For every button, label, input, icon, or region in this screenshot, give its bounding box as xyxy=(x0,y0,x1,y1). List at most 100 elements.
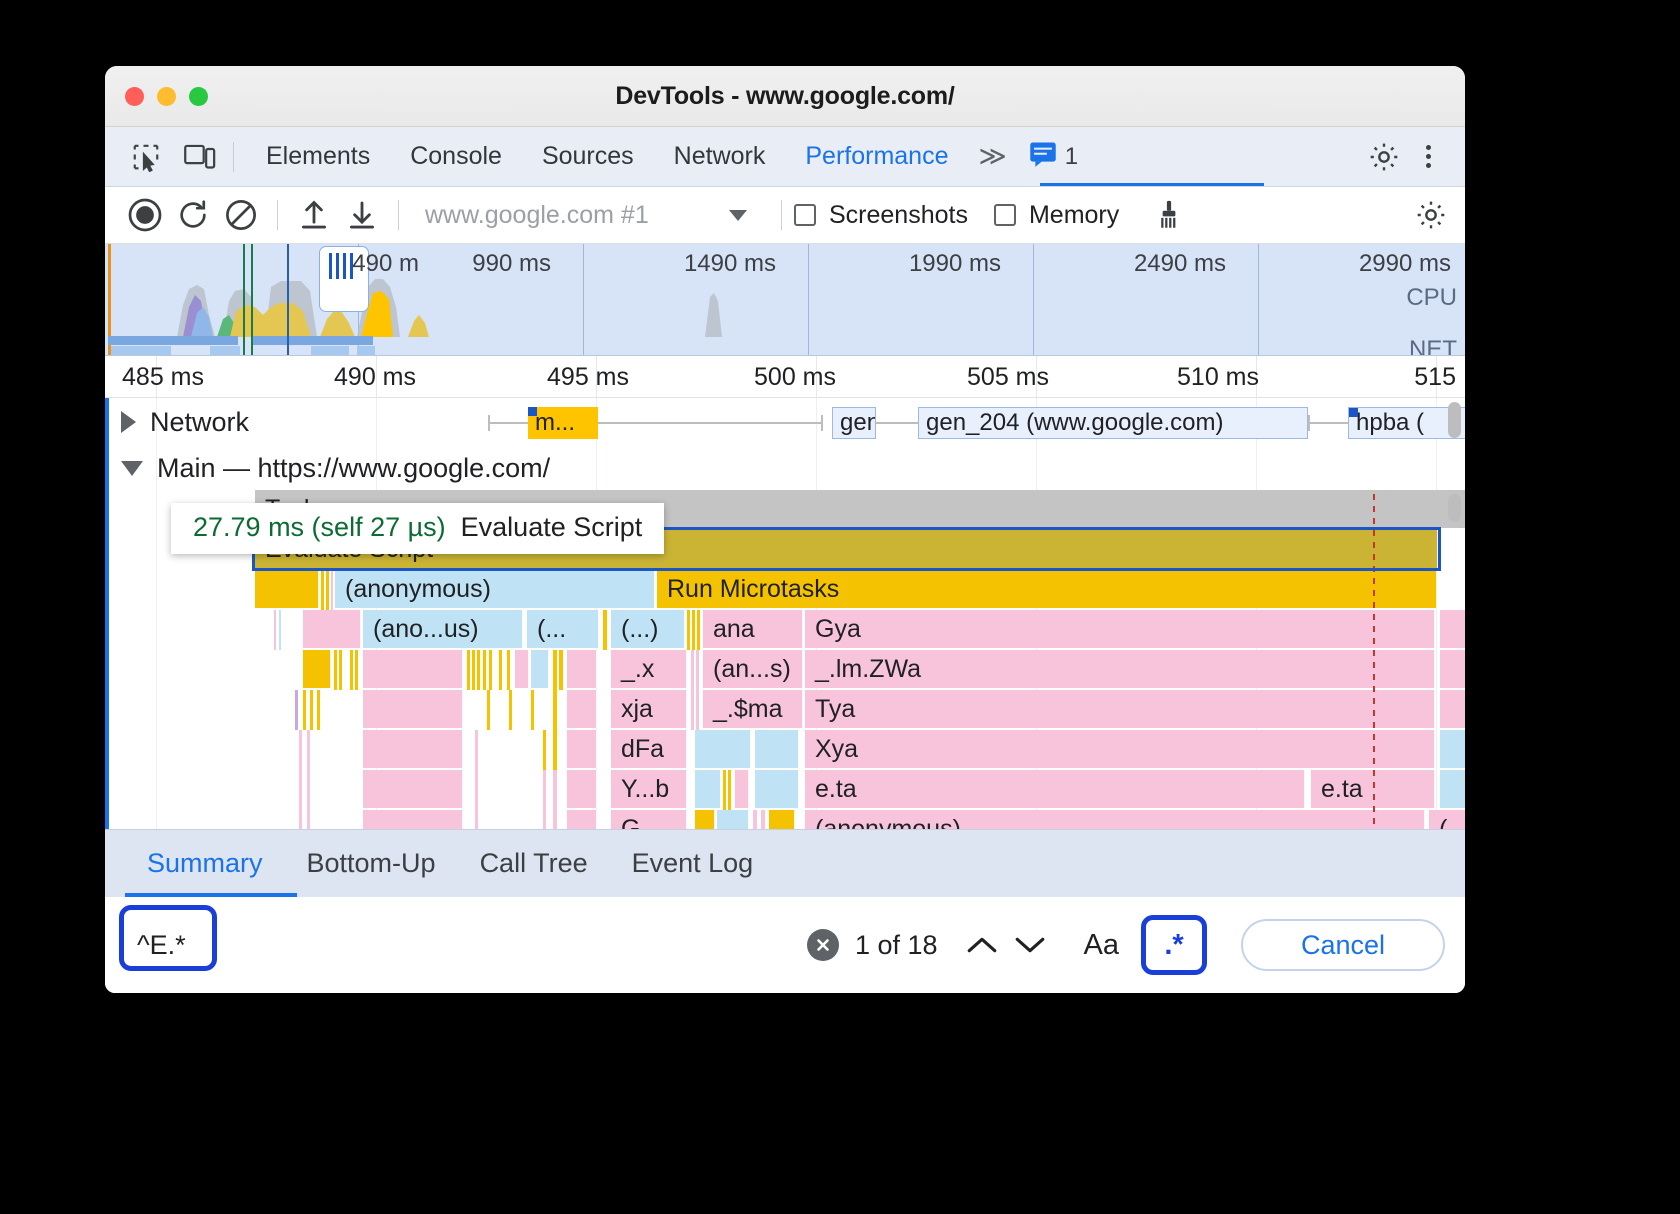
ruler-label: 495 ms xyxy=(547,363,638,392)
network-track[interactable]: m... gen gen_204 (www.google.com) xyxy=(105,398,1465,446)
flame-bar[interactable]: xja xyxy=(611,690,687,728)
flame-bar[interactable]: (... xyxy=(527,610,599,648)
flame-bar[interactable] xyxy=(255,570,319,608)
regex-toggle-button[interactable]: .* xyxy=(1141,919,1207,971)
tab-sources[interactable]: Sources xyxy=(522,127,654,187)
event-tooltip: 27.79 ms (self 27 µs) Evaluate Script xyxy=(171,503,664,554)
screenshots-label: Screenshots xyxy=(829,201,968,230)
tab-bottom-up[interactable]: Bottom-Up xyxy=(285,830,458,898)
flame-bar[interactable]: (anonymous) xyxy=(805,810,1425,829)
main-track-label: Main — https://www.google.com/ xyxy=(157,453,550,484)
screenshots-checkbox-group[interactable]: Screenshots xyxy=(794,201,968,230)
inspect-element-icon[interactable] xyxy=(125,136,167,178)
timeline-overview[interactable]: 490 m 990 ms 1490 ms 1990 ms 2490 ms 299… xyxy=(105,244,1465,356)
network-track-header[interactable]: Network xyxy=(105,398,1465,446)
flame-bar[interactable] xyxy=(567,730,597,768)
flame-bar[interactable]: Xya xyxy=(805,730,1435,768)
tab-network[interactable]: Network xyxy=(654,127,786,187)
tracks-scrollbar[interactable] xyxy=(1448,402,1461,825)
more-options-kebab-icon[interactable] xyxy=(1411,140,1445,174)
settings-gear-icon[interactable] xyxy=(1363,136,1405,178)
flame-bar[interactable]: G... xyxy=(611,810,687,829)
flame-bar[interactable] xyxy=(515,650,529,688)
flame-bar[interactable]: (...) xyxy=(611,610,685,648)
flame-bar[interactable]: Y...b xyxy=(611,770,687,808)
tab-console[interactable]: Console xyxy=(390,127,522,187)
chevron-up-icon[interactable] xyxy=(958,923,1006,967)
timeline-tracks[interactable]: m... gen gen_204 (www.google.com) xyxy=(105,398,1465,829)
flame-bar[interactable] xyxy=(695,730,751,768)
memory-checkbox[interactable] xyxy=(994,204,1016,226)
session-dropdown-chevron-icon[interactable] xyxy=(729,210,747,221)
flame-bar[interactable] xyxy=(363,690,463,728)
flame-bar[interactable]: (an...s) xyxy=(703,650,803,688)
flame-bar[interactable] xyxy=(717,810,749,829)
collapse-chevron-icon[interactable] xyxy=(121,461,143,476)
flame-bar[interactable]: e.ta xyxy=(805,770,1305,808)
issues-counter[interactable]: 1 xyxy=(1029,141,1078,172)
flame-bar[interactable] xyxy=(363,650,463,688)
flame-bar[interactable]: (ano...us) xyxy=(363,610,523,648)
flame-bar[interactable] xyxy=(755,730,799,768)
flame-bar[interactable]: ana xyxy=(703,610,803,648)
flame-bar[interactable]: dFa xyxy=(611,730,687,768)
devtools-window: DevTools - www.google.com/ Elements Cons… xyxy=(105,66,1465,993)
cancel-button[interactable]: Cancel xyxy=(1241,919,1445,971)
flame-bar[interactable] xyxy=(567,650,597,688)
tab-event-log[interactable]: Event Log xyxy=(610,830,776,898)
flame-bar[interactable]: _.$ma xyxy=(703,690,803,728)
session-name-label[interactable]: www.google.com #1 xyxy=(411,201,701,230)
flame-bar[interactable] xyxy=(755,770,799,808)
screenshots-checkbox[interactable] xyxy=(794,204,816,226)
flame-bar[interactable] xyxy=(303,610,361,648)
search-bar: ^E.* 1 of 18 Aa .* xyxy=(105,897,1465,993)
search-input[interactable]: ^E.* xyxy=(125,930,186,961)
flame-bar[interactable] xyxy=(735,770,749,808)
search-input-wrapper[interactable]: ^E.* xyxy=(125,921,807,969)
capture-settings-gear-icon[interactable] xyxy=(1407,193,1455,237)
clear-recording-button[interactable] xyxy=(217,193,265,237)
issues-count-label: 1 xyxy=(1065,143,1078,171)
memory-label: Memory xyxy=(1029,201,1119,230)
overview-selection-handle[interactable] xyxy=(329,253,353,279)
clear-search-icon[interactable] xyxy=(807,929,839,961)
flame-bar[interactable] xyxy=(363,770,463,808)
download-profile-button[interactable] xyxy=(338,193,386,237)
collect-garbage-icon[interactable] xyxy=(1145,193,1193,237)
flame-bar[interactable] xyxy=(695,770,721,808)
tab-summary[interactable]: Summary xyxy=(125,830,285,898)
flame-bar[interactable] xyxy=(303,650,331,688)
tab-call-tree[interactable]: Call Tree xyxy=(458,830,610,898)
flame-bar[interactable] xyxy=(567,770,597,808)
flame-bar[interactable] xyxy=(769,810,795,829)
chevron-down-icon[interactable] xyxy=(1006,923,1054,967)
memory-checkbox-group[interactable]: Memory xyxy=(994,201,1119,230)
flame-bar[interactable]: Tya xyxy=(805,690,1435,728)
upload-profile-button[interactable] xyxy=(290,193,338,237)
overview-time-label: 2990 ms xyxy=(1359,250,1457,278)
tab-performance[interactable]: Performance xyxy=(785,127,968,187)
record-button[interactable] xyxy=(121,193,169,237)
device-toolbar-icon[interactable] xyxy=(179,136,221,178)
flame-bar[interactable] xyxy=(363,730,463,768)
flame-bar[interactable] xyxy=(695,810,715,829)
flame-bar[interactable]: Run Microtasks xyxy=(657,570,1437,608)
flame-bar[interactable] xyxy=(567,810,597,829)
match-case-button[interactable]: Aa xyxy=(1078,929,1125,962)
flame-bar[interactable]: Gya xyxy=(805,610,1435,648)
expand-chevron-icon[interactable] xyxy=(121,411,136,433)
active-tab-indicator xyxy=(1040,183,1264,186)
regex-toggle-highlight xyxy=(1141,915,1207,975)
flame-bar[interactable] xyxy=(531,650,549,688)
flame-bar[interactable]: (anonymous) xyxy=(335,570,655,608)
performance-toolbar: www.google.com #1 Screenshots Memory xyxy=(105,187,1465,244)
flame-bar[interactable] xyxy=(567,690,597,728)
flame-bar[interactable] xyxy=(363,810,463,829)
main-track-header[interactable]: Main — https://www.google.com/ xyxy=(105,446,1465,490)
more-tabs-chevron-icon[interactable]: ≫ xyxy=(968,141,1012,172)
flame-bar[interactable]: _.lm.ZWa xyxy=(805,650,1435,688)
reload-and-record-button[interactable] xyxy=(169,193,217,237)
flame-bar[interactable]: _.x xyxy=(611,650,687,688)
tab-elements[interactable]: Elements xyxy=(246,127,390,187)
overview-cpu-label: CPU xyxy=(1406,284,1457,312)
